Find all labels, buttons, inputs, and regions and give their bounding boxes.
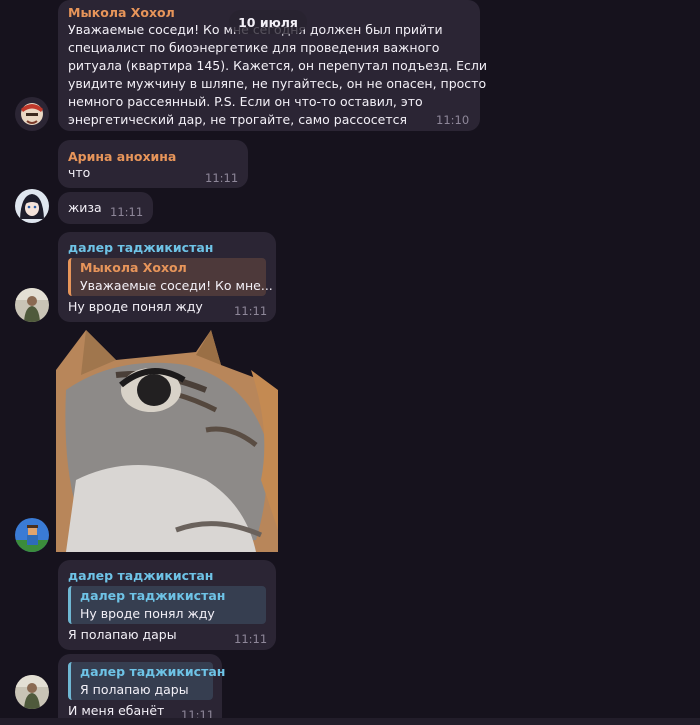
avatar-mykola[interactable] xyxy=(15,97,49,131)
reply-quote[interactable]: далер таджикистан Я полапаю дары xyxy=(68,662,225,700)
message-bubble[interactable]: далер таджикистан далер таджикистан Ну в… xyxy=(58,560,276,650)
message-bubble[interactable]: жиза 11:11 xyxy=(58,192,153,224)
message-text: что xyxy=(68,165,91,180)
quote-text: Ну вроде понял жду xyxy=(80,606,215,621)
message-line: энергетический дар, не трогайте, само ра… xyxy=(68,112,408,127)
quote-text: Я полапаю дары xyxy=(80,682,189,697)
quote-text: Уважаемые соседи! Ко мне... xyxy=(80,278,273,293)
message-text: Ну вроде понял жду xyxy=(68,299,203,314)
avatar-image-icon xyxy=(15,97,49,131)
avatar-image-icon xyxy=(15,189,49,223)
sender-name[interactable]: Арина анохина xyxy=(68,149,176,164)
chat-history[interactable]: Мыкола Хохол Уважаемые соседи! Ко мне се… xyxy=(0,0,700,725)
message-bubble[interactable]: далер таджикистан Мыкола Хохол Уважаемые… xyxy=(58,232,276,322)
message-text: Я полапаю дары xyxy=(68,627,177,642)
date-separator[interactable]: 10 июля xyxy=(229,10,307,34)
message-time: 11:11 xyxy=(205,171,239,185)
avatar-daler[interactable] xyxy=(15,288,49,322)
quote-sender: далер таджикистан xyxy=(80,588,226,603)
avatar-image-icon xyxy=(15,675,49,709)
reply-quote[interactable]: Мыкола Хохол Уважаемые соседи! Ко мне... xyxy=(68,258,273,296)
message-line: специалист по биоэнергетике для проведен… xyxy=(68,40,440,55)
message-time: 11:10 xyxy=(436,113,470,127)
bottom-edge xyxy=(0,718,700,725)
message-line: ритуала (квартира 145). Кажется, он пере… xyxy=(68,58,488,73)
reply-quote[interactable]: далер таджикистан Ну вроде понял жду xyxy=(68,586,266,624)
sender-name[interactable]: Мыкола Хохол xyxy=(68,5,175,20)
avatar-image-icon xyxy=(15,288,49,322)
message-time: 11:11 xyxy=(234,632,268,646)
message-text: Уважаемые соседи! Ко мне сегодня должен … xyxy=(68,21,487,129)
quote-sender: далер таджикистан xyxy=(80,664,226,679)
cat-photo-image xyxy=(56,330,278,552)
message-bubble[interactable]: Арина анохина что 11:11 xyxy=(58,140,248,188)
sender-name[interactable]: далер таджикистан xyxy=(68,240,213,255)
message-time: 11:11 xyxy=(234,304,268,318)
avatar-daler-3[interactable] xyxy=(15,675,49,709)
quote-sender: Мыкола Хохол xyxy=(80,260,187,275)
message-time: 11:11 xyxy=(110,205,144,219)
message-line: увидите мужчину в шляпе, не пугайтесь, о… xyxy=(68,76,487,91)
avatar-image-icon xyxy=(15,518,49,552)
message-bubble[interactable]: далер таджикистан Я полапаю дары И меня … xyxy=(58,654,225,725)
sender-name[interactable]: далер таджикистан xyxy=(68,568,213,583)
avatar-arina[interactable] xyxy=(15,189,49,223)
message-text: жиза xyxy=(68,200,102,215)
message-line: немного рассеянный. P.S. Если он что-то … xyxy=(68,94,423,109)
avatar-daler-2[interactable] xyxy=(15,518,49,552)
cat-photo[interactable] xyxy=(56,330,278,552)
